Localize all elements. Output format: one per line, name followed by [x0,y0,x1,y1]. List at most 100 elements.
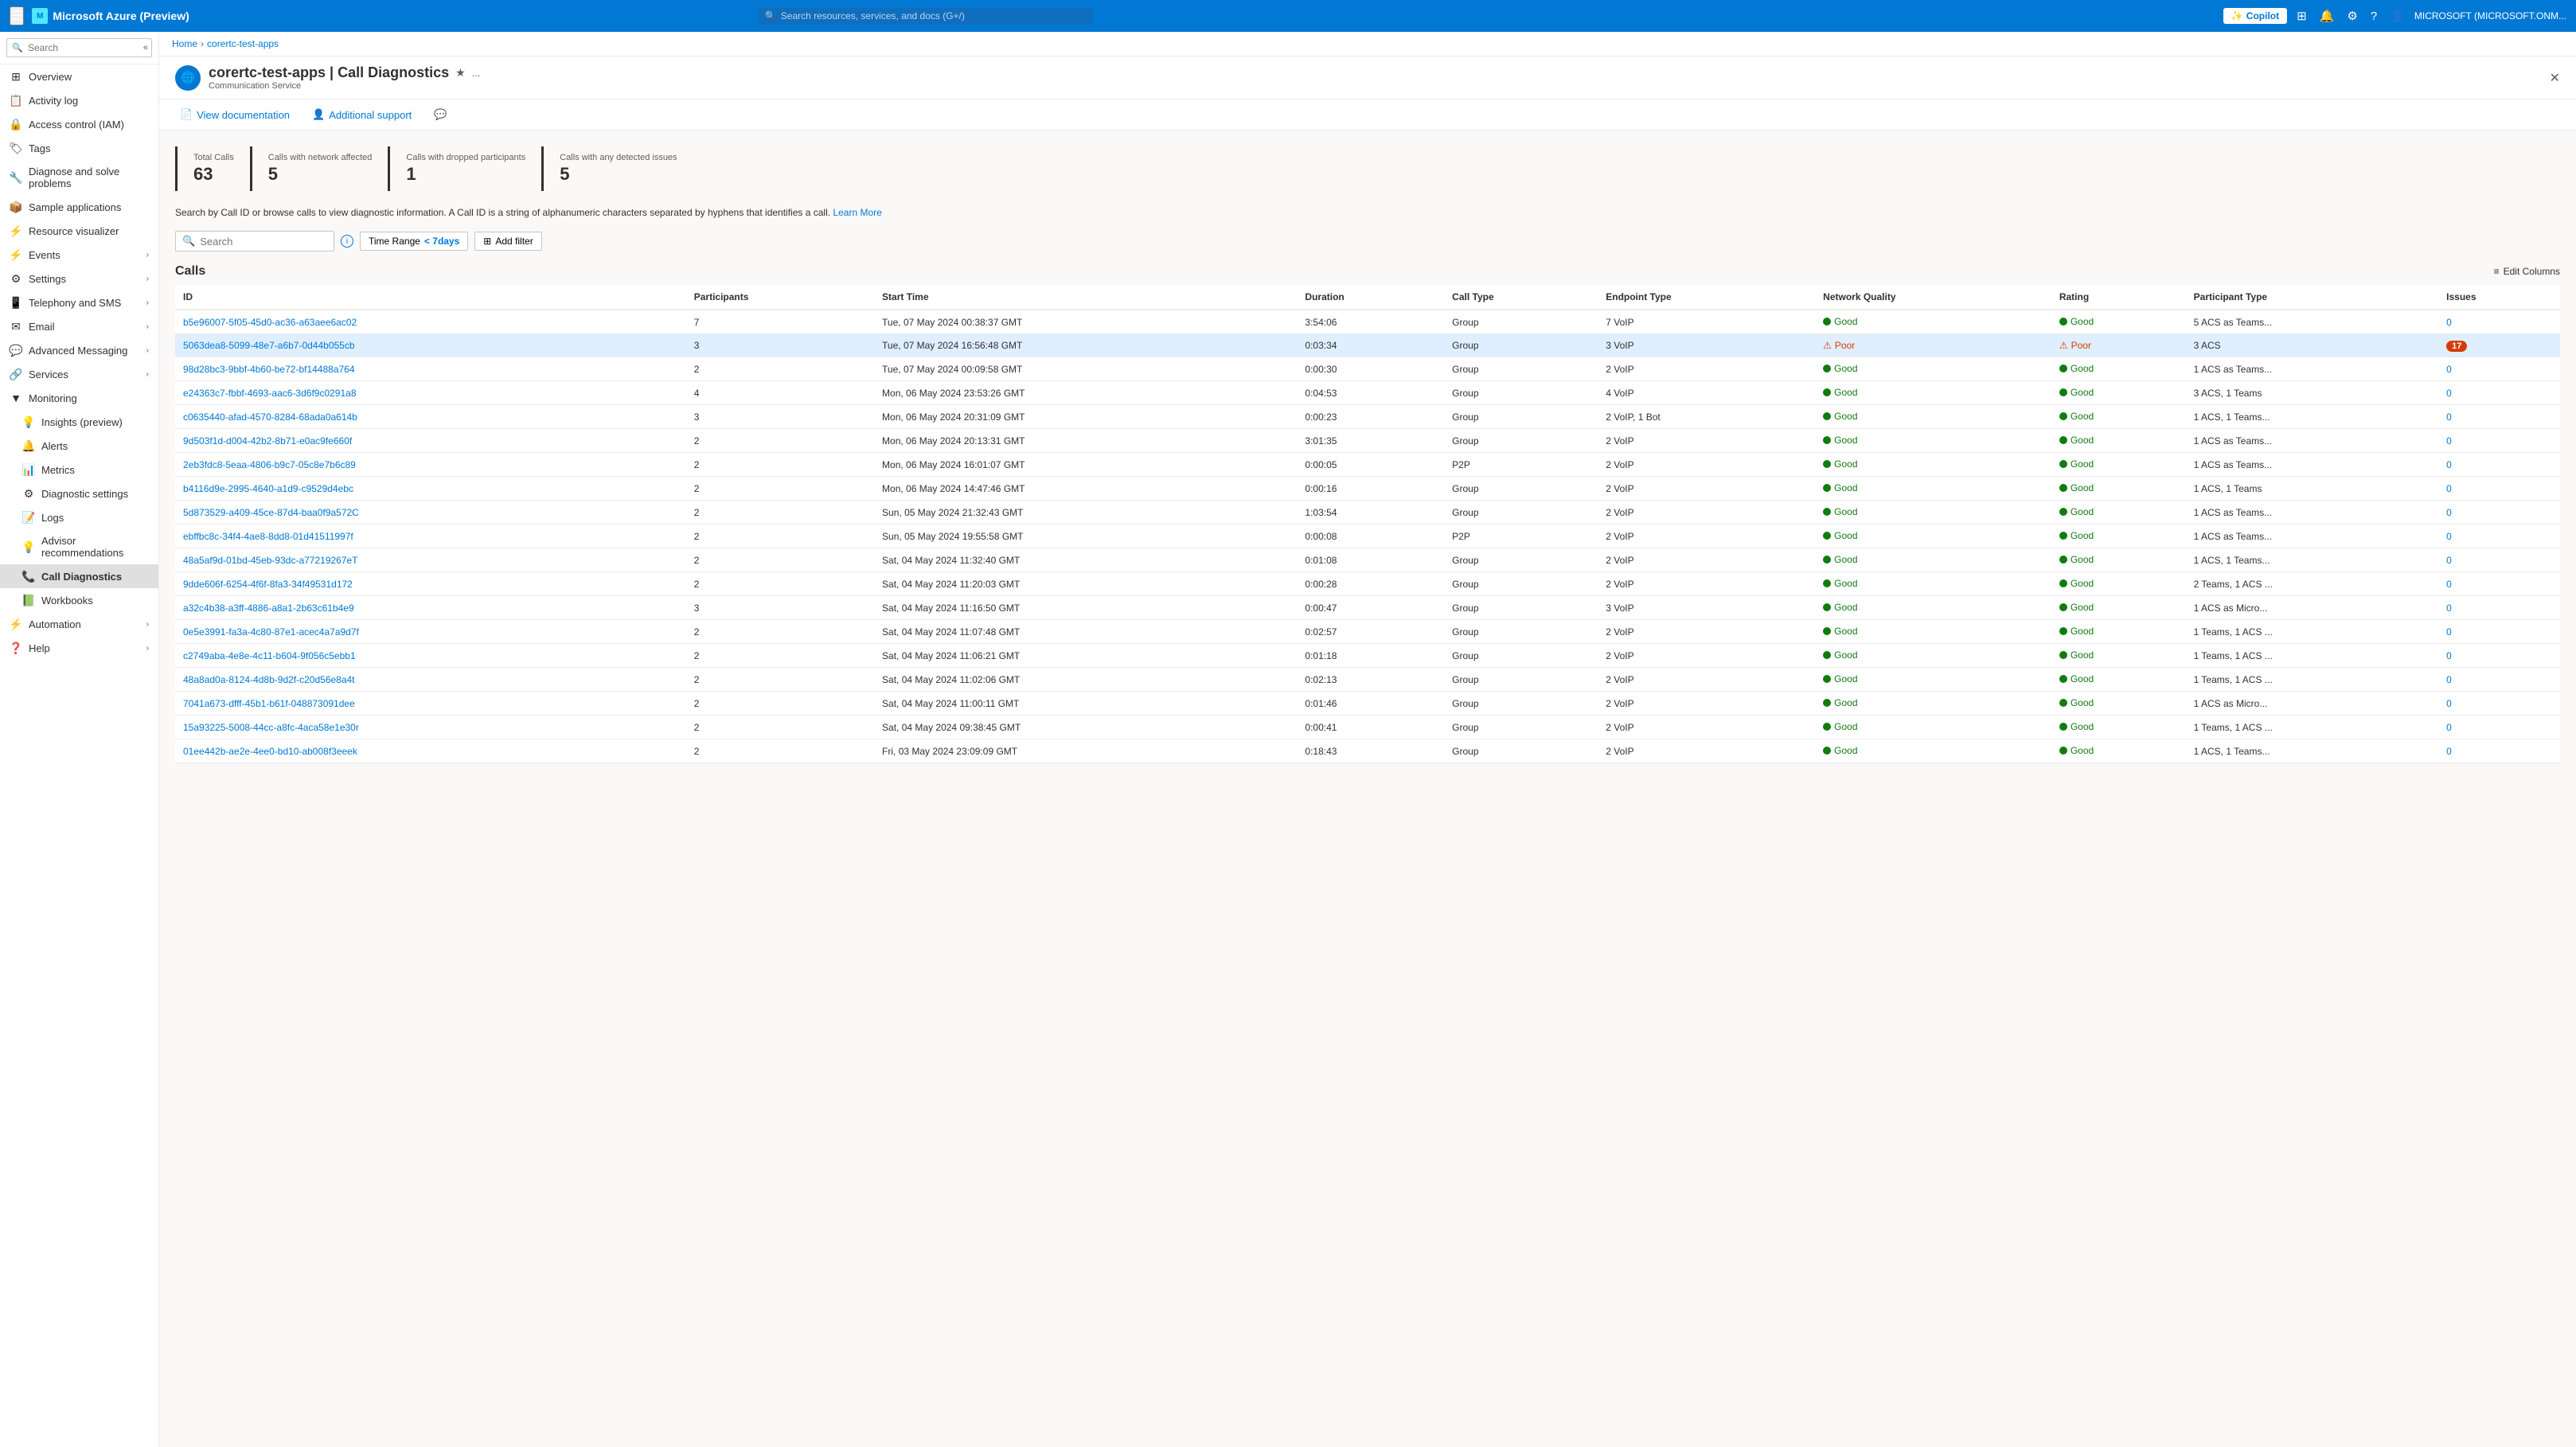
cell-id: 98d28bc3-9bbf-4b60-be72-bf14488a764 [175,357,686,381]
cell-rating: Good [2051,644,2186,668]
call-id-link[interactable]: 5063dea8-5099-48e7-a6b7-0d44b055cb [183,340,355,351]
user-icon-button[interactable]: 👤 [2387,6,2408,26]
sidebar-item-events[interactable]: ⚡ Events › [0,243,158,267]
call-id-link[interactable]: 9d503f1d-d004-42b2-8b71-e0ac9fe660f [183,435,352,447]
page-header-ellipsis-button[interactable]: ... [472,67,481,79]
sidebar-item-email[interactable]: ✉ Email › [0,314,158,338]
table-row: 0e5e3991-fa3a-4c80-87e1-acec4a7a9d7f 2 S… [175,620,2560,644]
sidebar-item-label: Diagnose and solve problems [29,166,149,189]
table-column-header[interactable]: Rating [2051,285,2186,310]
table-row: 5063dea8-5099-48e7-a6b7-0d44b055cb 3 Tue… [175,334,2560,357]
call-id-link[interactable]: 7041a673-dfff-45b1-b61f-048873091dee [183,698,355,709]
cell-endpoint-type: 2 VoIP [1598,644,1815,668]
issues-badge: 17 [2446,341,2467,352]
edit-columns-button[interactable]: ≡ Edit Columns [2494,266,2560,277]
cell-call-type: Group [1444,477,1598,501]
call-id-link[interactable]: 48a8ad0a-8124-4d8b-9d2f-c20d56e8a4t [183,674,355,685]
call-id-link[interactable]: b5e96007-5f05-45d0-ac36-a63aee6ac02 [183,317,357,328]
breadcrumb-resource[interactable]: corertc-test-apps [207,38,279,49]
sidebar-item-insights-preview[interactable]: 💡 Insights (preview) [0,410,158,434]
sidebar-item-services[interactable]: 🔗 Services › [0,362,158,386]
sidebar-item-telephony-and-sms[interactable]: 📱 Telephony and SMS › [0,291,158,314]
breadcrumb-home[interactable]: Home [172,38,197,49]
table-column-header[interactable]: Issues [2438,285,2560,310]
call-id-link[interactable]: e24363c7-fbbf-4693-aac6-3d6f9c0291a8 [183,388,357,399]
topbar-actions: ✨ Copilot ⊞ 🔔 ⚙ ? 👤 MICROSOFT (MICROSOFT… [2223,6,2566,26]
sidebar-item-resource-visualizer[interactable]: ⚡ Resource visualizer [0,219,158,243]
sidebar-item-alerts[interactable]: 🔔 Alerts [0,434,158,458]
issues-badge: 0 [2446,459,2452,470]
call-id-link[interactable]: a32c4b38-a3ff-4886-a8a1-2b63c61b4e9 [183,603,354,614]
call-id-link[interactable]: 48a5af9d-01bd-45eb-93dc-a77219267eT [183,555,358,566]
sidebar-item-tags[interactable]: 🏷 Tags [0,136,158,160]
help-icon-button[interactable]: ? [2367,6,2380,26]
topbar-user-text: MICROSOFT (MICROSOFT.ONM... [2414,10,2566,21]
additional-support-button[interactable]: 👤 Additional support [307,106,416,123]
table-column-header[interactable]: Call Type [1444,285,1598,310]
sidebar-item-overview[interactable]: ⊞ Overview [0,64,158,88]
sidebar-chevron-icon: › [146,251,149,259]
cell-participants: 2 [686,357,874,381]
sidebar-item-metrics[interactable]: 📊 Metrics [0,458,158,482]
portal-icon-button[interactable]: ⊞ [2293,6,2310,26]
support-icon: 👤 [312,108,325,121]
table-column-header[interactable]: Start Time [874,285,1297,310]
sidebar-item-advisor-recommendations[interactable]: 💡 Advisor recommendations [0,529,158,564]
call-id-link[interactable]: 01ee442b-ae2e-4ee0-bd10-ab008f3eeek [183,746,357,757]
sidebar-item-access-control-iam[interactable]: 🔒 Access control (IAM) [0,112,158,136]
sidebar-item-logs[interactable]: 📝 Logs [0,505,158,529]
table-column-header[interactable]: Duration [1297,285,1444,310]
topbar-search-input[interactable] [759,7,1093,25]
feedback-button[interactable]: 💬 [429,106,451,123]
call-id-link[interactable]: b4116d9e-2995-4640-a1d9-c9529d4ebc [183,483,353,494]
cell-start-time: Fri, 03 May 2024 23:09:09 GMT [874,739,1297,763]
sidebar-item-icon: 💡 [22,415,35,428]
time-range-button[interactable]: Time Range < 7days [360,232,468,251]
add-filter-button[interactable]: ⊞ Add filter [474,232,541,251]
sidebar-item-sample-applications[interactable]: 📦 Sample applications [0,195,158,219]
edit-cols-icon: ≡ [2494,266,2500,277]
sidebar-collapse-icon[interactable]: « [143,43,148,53]
sidebar-item-call-diagnostics[interactable]: 📞 Call Diagnostics [0,564,158,588]
call-id-link[interactable]: 98d28bc3-9bbf-4b60-be72-bf14488a764 [183,364,355,375]
cell-id: 7041a673-dfff-45b1-b61f-048873091dee [175,692,686,716]
call-id-link[interactable]: 15a93225-5008-44cc-a8fc-4aca58e1e30r [183,722,359,733]
sidebar-item-automation[interactable]: ⚡ Automation › [0,612,158,636]
call-id-link[interactable]: 5d873529-a409-45ce-87d4-baa0f9a572C [183,507,359,518]
table-column-header[interactable]: ID [175,285,686,310]
sidebar-chevron-icon: › [146,644,149,653]
sidebar-item-workbooks[interactable]: 📗 Workbooks [0,588,158,612]
table-column-header[interactable]: Endpoint Type [1598,285,1815,310]
sidebar-item-diagnose-and-solve-problems[interactable]: 🔧 Diagnose and solve problems [0,160,158,195]
call-id-link[interactable]: 2eb3fdc8-5eaa-4806-b9c7-05c8e7b6c89 [183,459,356,470]
copilot-button[interactable]: ✨ Copilot [2223,8,2287,24]
page-header-star-icon[interactable]: ★ [455,66,466,80]
settings-icon-button[interactable]: ⚙ [2344,6,2360,26]
sidebar-search-input[interactable] [6,38,152,57]
table-column-header[interactable]: Participants [686,285,874,310]
calls-table: IDParticipantsStart TimeDurationCall Typ… [175,285,2560,763]
call-id-link[interactable]: 9dde606f-6254-4f6f-8fa3-34f49531d172 [183,579,353,590]
call-id-link[interactable]: c0635440-afad-4570-8284-68ada0a614b [183,411,357,423]
call-id-link[interactable]: ebffbc8c-34f4-4ae8-8dd8-01d41511997f [183,531,353,542]
filter-info-icon[interactable]: i [341,235,353,248]
sidebar-item-label: Access control (IAM) [29,119,149,131]
sidebar-item-monitoring[interactable]: ▼ Monitoring [0,386,158,410]
sidebar-item-icon: 🔒 [10,118,22,131]
sidebar-item-advanced-messaging[interactable]: 💬 Advanced Messaging › [0,338,158,362]
call-id-link[interactable]: c2749aba-4e8e-4c11-b604-9f056c5ebb1 [183,650,356,661]
sidebar-item-settings[interactable]: ⚙ Settings › [0,267,158,291]
sidebar-item-label: Logs [41,512,149,524]
table-column-header[interactable]: Network Quality [1815,285,2051,310]
sidebar-item-activity-log[interactable]: 📋 Activity log [0,88,158,112]
learn-more-link[interactable]: Learn More [833,207,881,218]
call-id-link[interactable]: 0e5e3991-fa3a-4c80-87e1-acec4a7a9d7f [183,626,359,638]
table-column-header[interactable]: Participant Type [2186,285,2439,310]
bell-icon-button[interactable]: 🔔 [2316,6,2338,26]
view-documentation-button[interactable]: 📄 View documentation [175,106,295,123]
hamburger-button[interactable]: ☰ [10,6,24,25]
page-header-close-button[interactable]: ✕ [2550,70,2560,86]
filter-search-input[interactable] [200,236,327,248]
sidebar-item-help[interactable]: ❓ Help › [0,636,158,660]
sidebar-item-diagnostic-settings[interactable]: ⚙ Diagnostic settings [0,482,158,505]
